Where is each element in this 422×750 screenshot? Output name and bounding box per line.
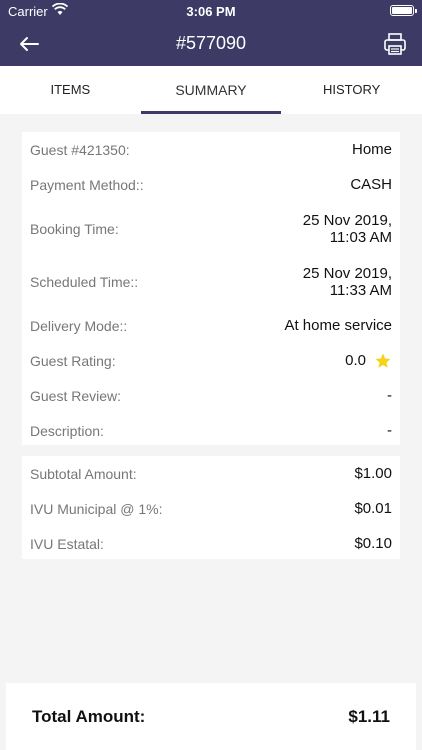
- nav-bar: #577090: [0, 22, 422, 66]
- header-bar: Carrier 3:06 PM #577090: [0, 0, 422, 66]
- total-value: $1.11: [348, 706, 390, 726]
- tab-bar: ITEMS SUMMARY HISTORY: [0, 66, 422, 114]
- detail-label: Payment Method::: [30, 176, 144, 193]
- print-button[interactable]: [380, 29, 410, 59]
- detail-value: Home: [351, 141, 392, 158]
- rating-number: 0.0: [345, 352, 366, 369]
- detail-row-description: Description: -: [22, 413, 400, 448]
- detail-row-guest-review: Guest Review: -: [22, 378, 400, 413]
- detail-label: Scheduled Time::: [30, 273, 139, 290]
- detail-label: Booking Time:: [30, 220, 119, 237]
- amounts-card: Subtotal Amount: $1.00 IVU Municipal @ 1…: [22, 456, 400, 559]
- amount-value: $0.01: [354, 500, 392, 517]
- star-icon: [375, 353, 391, 368]
- date-line: 25 Nov 2019,: [302, 264, 392, 282]
- detail-label: Guest Review:: [30, 387, 122, 404]
- amount-label: IVU Estatal:: [30, 535, 104, 552]
- time-line: 11:33 AM: [329, 281, 392, 299]
- tab-items[interactable]: ITEMS: [0, 66, 141, 114]
- detail-label: Description:: [30, 422, 104, 439]
- page-title: #577090: [175, 33, 247, 53]
- detail-label: Guest #421350:: [30, 141, 130, 158]
- rating-value: 0.0: [345, 352, 392, 370]
- detail-value: 25 Nov 2019, 11:33 AM: [303, 265, 392, 299]
- detail-value: At home service: [284, 317, 392, 334]
- time-line: 11:03 AM: [329, 228, 392, 246]
- total-footer: Total Amount: $1.11: [6, 683, 416, 750]
- date-line: 25 Nov 2019,: [302, 211, 392, 229]
- amount-value: $0.10: [354, 535, 392, 552]
- amount-row-subtotal: Subtotal Amount: $1.00: [22, 456, 400, 491]
- tab-summary[interactable]: SUMMARY: [140, 66, 282, 114]
- detail-value: -: [387, 422, 392, 439]
- detail-row-scheduled-time: Scheduled Time:: 25 Nov 2019, 11:33 AM: [22, 255, 400, 308]
- detail-row-delivery-mode: Delivery Mode:: At home service: [22, 308, 400, 343]
- amount-row-ivu-municipal: IVU Municipal @ 1%: $0.01: [22, 491, 400, 526]
- detail-label: Delivery Mode::: [30, 317, 128, 334]
- detail-row-booking-time: Booking Time: 25 Nov 2019, 11:03 AM: [22, 202, 400, 255]
- tab-history[interactable]: HISTORY: [281, 66, 422, 114]
- detail-label: Guest Rating:: [30, 352, 116, 369]
- amount-value: $1.00: [354, 465, 392, 482]
- detail-value: 25 Nov 2019, 11:03 AM: [303, 212, 392, 246]
- battery-icon: [390, 5, 417, 16]
- total-label: Total Amount:: [32, 706, 146, 726]
- detail-row-guest: Guest #421350: Home: [22, 132, 400, 167]
- status-time: 3:06 PM: [186, 4, 236, 19]
- detail-value: -: [387, 387, 392, 404]
- detail-row-payment: Payment Method:: CASH: [22, 167, 400, 202]
- detail-value: CASH: [350, 176, 392, 193]
- printer-icon: [384, 33, 406, 55]
- amount-label: Subtotal Amount:: [30, 465, 137, 482]
- order-details-card: Guest #421350: Home Payment Method:: CAS…: [22, 132, 400, 445]
- status-bar: Carrier 3:06 PM: [0, 0, 422, 22]
- detail-row-guest-rating: Guest Rating: 0.0: [22, 343, 400, 378]
- amount-label: IVU Municipal @ 1%:: [30, 500, 163, 517]
- amount-row-ivu-estatal: IVU Estatal: $0.10: [22, 526, 400, 561]
